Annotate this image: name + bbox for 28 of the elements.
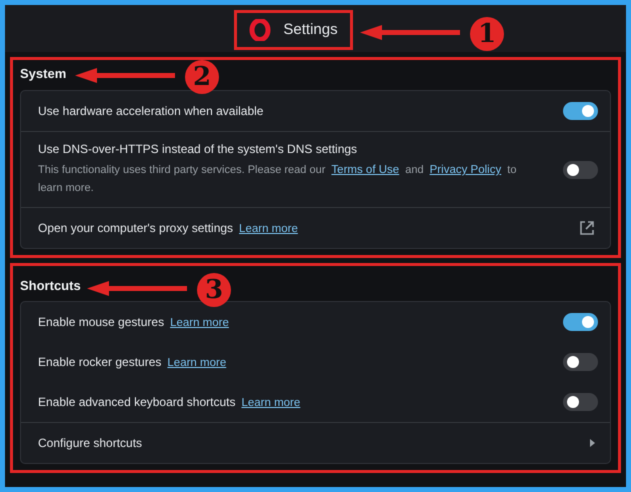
setting-label: Open your computer's proxy settings <box>38 221 234 235</box>
learn-more-link[interactable]: Learn more <box>239 223 298 235</box>
setting-label: Use DNS-over-HTTPS instead of the system's DNS settings <box>38 142 358 156</box>
toggle-switch[interactable] <box>563 393 598 411</box>
learn-more-link[interactable]: Learn more <box>167 357 226 369</box>
toggle-switch[interactable] <box>563 313 598 331</box>
setting-label: Use hardware acceleration when available <box>38 104 264 118</box>
toggle-switch[interactable] <box>563 353 598 371</box>
external-link-icon <box>578 219 596 237</box>
setting-label: Configure shortcuts <box>38 436 142 450</box>
callout-number: 1 <box>470 17 504 51</box>
setting-label: Enable mouse gestures <box>38 315 164 329</box>
opera-logo-icon <box>249 18 272 40</box>
setting-label: Enable rocker gestures <box>38 355 162 369</box>
toggle-switch[interactable] <box>563 160 598 178</box>
learn-more-link[interactable]: Learn more <box>241 397 300 409</box>
section-title: System <box>20 66 66 81</box>
policy-link[interactable]: Privacy Policy <box>430 164 502 176</box>
learn-more-link[interactable]: Learn more <box>170 317 229 329</box>
setting-description: This functionality uses third party services. Please read our Terms of Use and Privacy Policy to learn more. <box>38 163 518 196</box>
callout-number: 3 <box>197 273 231 307</box>
toggle-switch[interactable] <box>563 102 598 120</box>
policy-link[interactable]: Terms of Use <box>331 164 400 176</box>
window-title: Settings <box>283 21 338 38</box>
section-title: Shortcuts <box>20 278 81 293</box>
callout-number: 2 <box>185 60 219 94</box>
setting-label: Enable advanced keyboard shortcuts <box>38 395 236 409</box>
chevron-right-icon <box>588 438 596 448</box>
